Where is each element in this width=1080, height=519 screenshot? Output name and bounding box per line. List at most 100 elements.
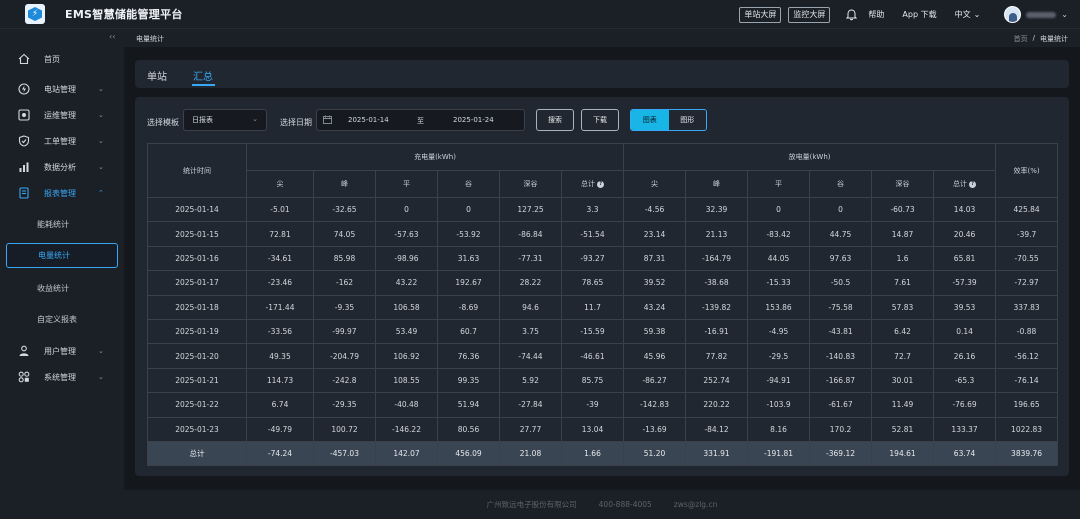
column-header-sharp: 尖 [623, 170, 687, 198]
table-row: 2025-01-18 -171.44 -9.35 106.58 -8.69 94.6 11.… [147, 294, 1059, 320]
user-menu-chevron-icon[interactable]: ⌄ [1061, 10, 1068, 19]
table-cell: 20.46 [933, 221, 997, 247]
template-select[interactable]: 日报表 ⌄ [183, 109, 267, 131]
bar-chart-icon [17, 160, 31, 174]
total-cell: 21.08 [499, 440, 562, 466]
table-cell: 51.94 [437, 392, 500, 418]
column-header-deep-valley: 深谷 [871, 170, 935, 198]
sidebar-sub-electricity-stats[interactable]: 电量统计 [6, 243, 118, 268]
date-start-input[interactable]: 2025-01-14 [348, 116, 389, 124]
search-button[interactable]: 搜索 [536, 109, 574, 131]
table-cell-date: 2025-01-17 [147, 270, 247, 296]
monitor-screen-button[interactable]: 监控大屏 [788, 6, 831, 23]
total-cell: 1.66 [560, 440, 625, 466]
sidebar-item-system[interactable]: 系统管理 ⌄ [0, 367, 124, 387]
sidebar-item-report[interactable]: 报表管理 ⌃ [0, 183, 124, 203]
table-cell: -171.44 [246, 294, 314, 320]
table-cell: 3.75 [499, 318, 562, 345]
table-cell: 5.92 [499, 367, 562, 394]
electricity-stats-table: 统计时间 充电量(kWh) 放电量(kWh) 效率(%) 尖 峰 平 谷 深谷 … [147, 143, 1059, 466]
avatar[interactable] [1004, 6, 1022, 23]
table-cell: 114.73 [246, 367, 314, 394]
footer-email: zws@zlg.cn [673, 500, 718, 509]
column-header-valley: 谷 [809, 170, 873, 198]
date-label: 选择日期 [280, 118, 312, 127]
total-cell: -191.81 [747, 440, 811, 466]
table-cell: 133.37 [933, 416, 997, 442]
sidebar-item-analysis[interactable]: 数据分析 ⌄ [0, 157, 124, 177]
sidebar-item-label: 用户管理 [44, 346, 76, 356]
table-cell: 87.31 [623, 245, 687, 272]
collapse-sidebar-icon[interactable]: ‹‹ [109, 32, 115, 41]
sidebar-item-work-order[interactable]: 工单管理 ⌄ [0, 131, 124, 151]
language-select[interactable]: 中文 ⌄ [955, 9, 981, 20]
date-range-separator: 至 [417, 117, 424, 125]
table-cell: -98.96 [375, 245, 438, 272]
table-cell: -13.69 [623, 416, 687, 442]
column-header-total-label: 总计 [953, 180, 968, 188]
table-cell: -74.44 [499, 343, 562, 369]
chevron-down-icon: ⌄ [252, 115, 258, 123]
table-row: 2025-01-17 -23.46 -162 43.22 192.67 28.22 78.6… [147, 270, 1059, 296]
table-cell: -34.61 [246, 245, 314, 272]
table-cell: 44.75 [809, 221, 873, 247]
sidebar-item-label: 系统管理 [44, 372, 76, 382]
table-cell: 80.56 [437, 416, 500, 442]
table-cell: 76.36 [437, 343, 500, 369]
chevron-down-icon: ⌄ [98, 347, 104, 355]
sidebar-item-home[interactable]: 首页 [0, 49, 124, 69]
table-cell-date: 2025-01-15 [147, 221, 247, 247]
table-cell: 0 [437, 196, 500, 223]
breadcrumb-home[interactable]: 首页 [1014, 34, 1028, 44]
tab-summary[interactable]: 汇总 [193, 68, 213, 83]
sidebar-sub-revenue-stats[interactable]: 收益统计 [0, 277, 124, 299]
chevron-down-icon: ⌄ [98, 373, 104, 381]
tab-single-station[interactable]: 单站 [147, 68, 167, 83]
total-cell: 331.91 [685, 440, 749, 466]
app-title: EMS智慧储能管理平台 [65, 8, 183, 21]
total-cell: -369.12 [809, 440, 873, 466]
column-header-valley: 谷 [437, 170, 500, 198]
table-cell: -204.79 [313, 343, 376, 369]
chevron-down-icon: ⌄ [98, 137, 104, 145]
help-icon[interactable]: ? [969, 180, 977, 188]
user-icon [17, 344, 31, 358]
sidebar-sub-custom-report[interactable]: 自定义报表 [0, 308, 124, 330]
view-table-button[interactable]: 图表 [631, 110, 669, 130]
help-link[interactable]: 帮助 [868, 9, 884, 20]
bell-icon[interactable] [844, 8, 858, 22]
table-cell: 74.05 [313, 221, 376, 247]
sidebar-item-label: 运维管理 [44, 110, 76, 120]
view-graph-button[interactable]: 图形 [669, 110, 707, 130]
table-cell: -60.73 [871, 196, 935, 223]
table-cell: 57.83 [871, 294, 935, 320]
help-icon[interactable]: ? [597, 180, 605, 188]
table-cell: 85.98 [313, 245, 376, 272]
download-button[interactable]: 下载 [581, 109, 619, 131]
table-cell: -51.54 [560, 221, 625, 247]
template-select-value: 日报表 [192, 116, 213, 124]
table-cell: -38.68 [685, 270, 749, 296]
table-cell: 44.05 [747, 245, 811, 272]
date-end-input[interactable]: 2025-01-24 [453, 116, 494, 124]
sidebar-item-maintenance[interactable]: 运维管理 ⌄ [0, 105, 124, 125]
top-bar: ⚡ EMS智慧储能管理平台 单站大屏 监控大屏 帮助 App 下载 中文 ⌄ ⌄ [0, 0, 1080, 29]
table-cell: 14.87 [871, 221, 935, 247]
date-range-picker[interactable]: 2025-01-14 至 2025-01-24 [316, 109, 525, 131]
language-label: 中文 [954, 10, 971, 19]
table-cell: -39.7 [995, 221, 1059, 247]
table-cell: 0 [747, 196, 811, 223]
user-name-blurred[interactable] [1026, 11, 1057, 18]
table-cell: -57.63 [375, 221, 438, 247]
column-group-discharge: 放电量(kWh) [623, 143, 997, 171]
sidebar-item-users[interactable]: 用户管理 ⌄ [0, 341, 124, 361]
template-label: 选择模板 [147, 118, 179, 127]
breadcrumb-separator: / [1032, 34, 1035, 42]
table-row: 2025-01-23 -49.79 100.72 -146.22 80.56 27.77 1… [147, 416, 1059, 442]
sidebar-item-station[interactable]: 电站管理 ⌄ [0, 79, 124, 99]
single-screen-button[interactable]: 单站大屏 [739, 6, 782, 23]
sidebar-item-label: 电站管理 [44, 84, 76, 94]
table-cell: -76.69 [933, 392, 997, 418]
app-download-link[interactable]: App 下载 [902, 9, 936, 20]
sidebar-sub-energy-consumption[interactable]: 能耗统计 [0, 213, 124, 235]
